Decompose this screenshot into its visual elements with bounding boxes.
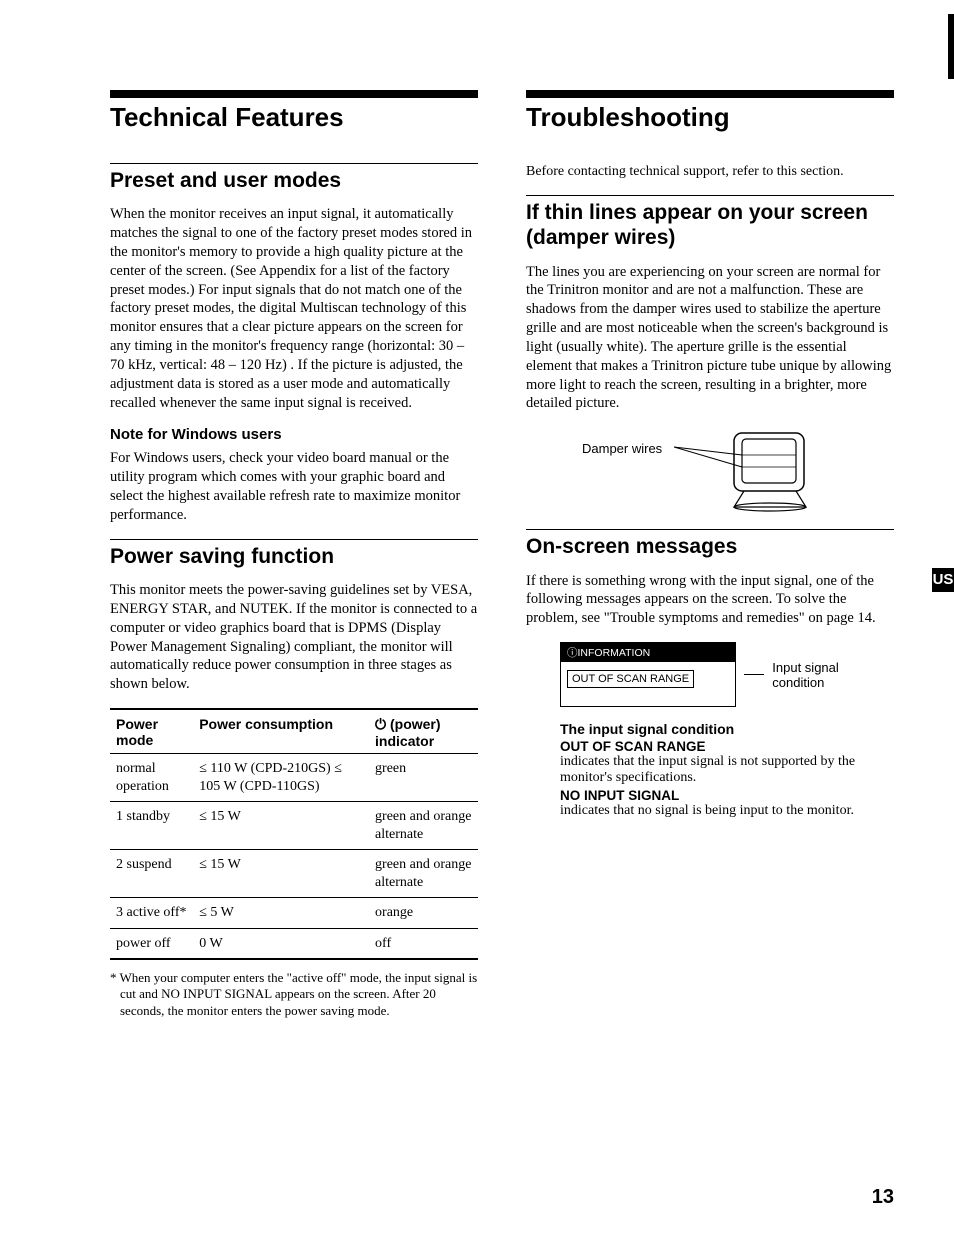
thin-rule [110, 163, 478, 164]
osd-message: OUT OF SCAN RANGE [567, 670, 694, 688]
body-text: When the monitor receives an input signa… [110, 205, 478, 412]
osd-caption: Input signal condition [772, 660, 894, 690]
subheading-preset-user-modes: Preset and user modes [110, 168, 478, 193]
osd-body: OUT OF SCAN RANGE [561, 662, 735, 706]
table-row: normal operation ≤ 110 W (CPD-210GS) ≤ 1… [110, 754, 478, 802]
cell-consumption: ≤ 15 W [193, 850, 369, 898]
th-power-indicator: ⏻ (power) indicator [369, 709, 478, 754]
table-row: 3 active off* ≤ 5 W orange [110, 898, 478, 929]
cond-text: indicates that no signal is being input … [560, 803, 894, 819]
power-saving-table: Power mode Power consumption ⏻ (power) i… [110, 708, 478, 960]
subheading-power-saving: Power saving function [110, 544, 478, 569]
osd-diagram: ⓘINFORMATION OUT OF SCAN RANGE Input sig… [560, 642, 894, 707]
callout-line [744, 674, 764, 675]
osd-window: ⓘINFORMATION OUT OF SCAN RANGE [560, 642, 736, 707]
note-heading-windows: Note for Windows users [110, 426, 478, 443]
cell-indicator: green and orange alternate [369, 850, 478, 898]
table-row: power off 0 W off [110, 928, 478, 959]
subheading-thin-lines: If thin lines appear on your screen (dam… [526, 200, 894, 250]
monitor-icon [674, 427, 814, 517]
input-signal-conditions: The input signal condition OUT OF SCAN R… [560, 721, 894, 819]
osd-titlebar: ⓘINFORMATION [561, 643, 735, 662]
cell-mode: normal operation [110, 754, 193, 802]
section-heading-technical-features: Technical Features [110, 102, 478, 133]
left-column: Technical Features Preset and user modes… [110, 90, 478, 1033]
heavy-rule [110, 90, 478, 98]
right-column: Troubleshooting Before contacting techni… [526, 90, 894, 1033]
cond-label-no-input: NO INPUT SIGNAL [560, 788, 894, 803]
section-heading-troubleshooting: Troubleshooting [526, 102, 894, 133]
subheading-onscreen-messages: On-screen messages [526, 534, 894, 559]
page-number: 13 [872, 1186, 894, 1209]
heavy-rule [526, 90, 894, 98]
th-power-consumption: Power consumption [193, 709, 369, 754]
language-tab: US [932, 568, 954, 592]
cond-label-out-of-scan: OUT OF SCAN RANGE [560, 739, 894, 754]
body-text: For Windows users, check your video boar… [110, 449, 478, 524]
cell-consumption: ≤ 15 W [193, 802, 369, 850]
page-edge-bar [948, 14, 954, 79]
table-row: 2 suspend ≤ 15 W green and orange altern… [110, 850, 478, 898]
cell-indicator: off [369, 928, 478, 959]
body-text: If there is something wrong with the inp… [526, 572, 894, 629]
cell-mode: 2 suspend [110, 850, 193, 898]
cell-consumption: 0 W [193, 928, 369, 959]
page-content: Technical Features Preset and user modes… [0, 0, 954, 1073]
cell-consumption: ≤ 110 W (CPD-210GS) ≤ 105 W (CPD-110GS) [193, 754, 369, 802]
body-text: This monitor meets the power-saving guid… [110, 581, 478, 694]
thin-rule [526, 195, 894, 196]
thin-rule [110, 539, 478, 540]
body-text: Before contacting technical support, ref… [526, 163, 894, 181]
diagram-label: Damper wires [582, 441, 662, 456]
cond-text: indicates that the input signal is not s… [560, 754, 894, 786]
table-footnote: * When your computer enters the "active … [110, 970, 478, 1019]
cell-mode: power off [110, 928, 193, 959]
cell-mode: 3 active off* [110, 898, 193, 929]
cond-heading: The input signal condition [560, 721, 894, 737]
cell-mode: 1 standby [110, 802, 193, 850]
cell-indicator: green and orange alternate [369, 802, 478, 850]
cell-indicator: green [369, 754, 478, 802]
damper-wire-diagram: Damper wires [582, 427, 894, 517]
table-row: 1 standby ≤ 15 W green and orange altern… [110, 802, 478, 850]
thin-rule [526, 529, 894, 530]
th-power-mode: Power mode [110, 709, 193, 754]
cell-consumption: ≤ 5 W [193, 898, 369, 929]
body-text: The lines you are experiencing on your s… [526, 263, 894, 414]
cell-indicator: orange [369, 898, 478, 929]
